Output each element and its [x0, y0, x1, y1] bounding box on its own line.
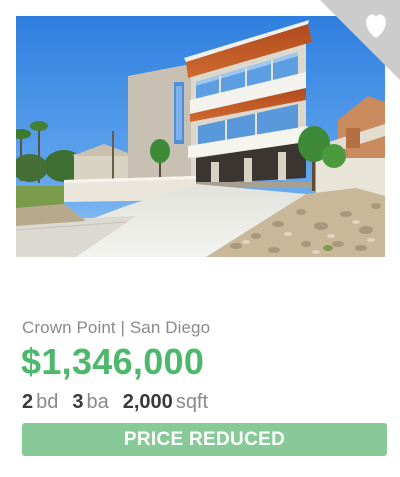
listing-card[interactable]: Crown Point | San Diego $1,346,000 2 bd 3 b… — [0, 0, 400, 477]
listing-location: Crown Point | San Diego — [22, 318, 211, 337]
listing-price: $1,346,000 — [21, 341, 205, 382]
listing-specs: 2 bd 3 ba 2,000 sqft — [22, 391, 208, 414]
beds-value: 2 — [22, 391, 34, 413]
price-reduced-badge: PRICE REDUCED — [22, 423, 387, 456]
favorite-button[interactable] — [320, 0, 400, 80]
baths-unit: ba — [86, 391, 109, 413]
area-value: 2,000 — [122, 391, 173, 413]
baths-value: 3 — [72, 391, 84, 413]
beds-unit: bd — [36, 391, 59, 413]
area-unit: sqft — [175, 391, 209, 413]
